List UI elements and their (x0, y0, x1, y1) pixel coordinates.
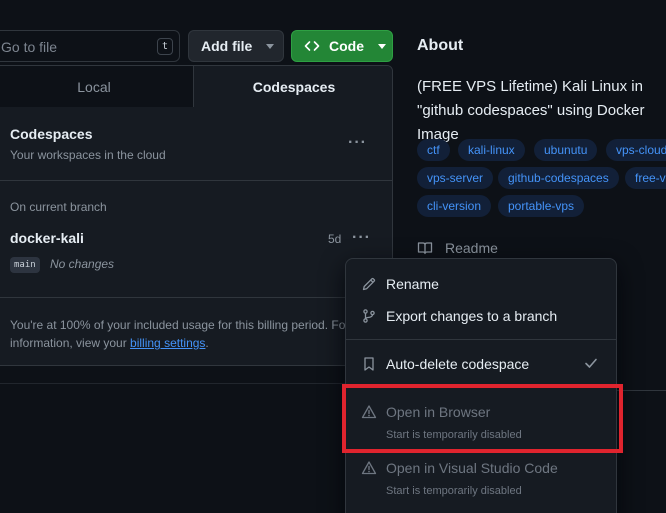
code-icon (304, 41, 320, 51)
divider (0, 297, 392, 298)
tab-local[interactable]: Local (0, 66, 194, 107)
topic-tag[interactable]: portable-vps (498, 195, 585, 217)
tab-codespaces[interactable]: Codespaces (194, 66, 392, 107)
about-heading: About (417, 37, 464, 54)
check-icon (585, 358, 597, 368)
menu-divider (346, 339, 616, 340)
divider (0, 383, 345, 384)
usage-text: information, view your (10, 336, 131, 350)
menu-item-sublabel: Start is temporarily disabled (386, 485, 522, 497)
topic-tag[interactable]: ubunutu (534, 139, 598, 161)
topic-tag[interactable]: cli-version (417, 195, 492, 217)
readme-label: Readme (445, 240, 498, 256)
topic-tag[interactable]: vps-cloud (606, 139, 666, 161)
chevron-down-icon (378, 43, 386, 49)
chevron-down-icon (266, 43, 275, 49)
active-tab-indicator (194, 105, 392, 107)
menu-item-label: Auto-delete codespace (386, 356, 530, 372)
add-file-button[interactable]: Add file (188, 30, 284, 62)
billing-settings-link[interactable]: billing settings (130, 336, 205, 350)
bookmark-icon (364, 357, 374, 371)
readme-link[interactable]: Readme (417, 240, 498, 256)
menu-item-label: Open in Visual Studio Code (386, 460, 558, 476)
topic-tag[interactable]: github-codespaces (498, 167, 619, 189)
topic-tag[interactable]: vps-server (417, 167, 494, 189)
about-description: (FREE VPS Lifetime) Kali Linux in "githu… (417, 78, 645, 143)
menu-item-open-in-vscode[interactable]: Open in Visual Studio Code (361, 460, 558, 476)
topic-tag[interactable]: kali-linux (458, 139, 525, 161)
codespace-age: 5d (328, 232, 342, 246)
codespaces-heading: Codespaces (10, 126, 93, 142)
menu-item-label: Export changes to a branch (386, 308, 558, 324)
codespaces-subtitle: Your workspaces in the cloud (10, 148, 166, 162)
code-panel-tabs: Local Codespaces (0, 66, 392, 107)
menu-item-rename[interactable]: Rename (361, 276, 439, 292)
pencil-icon (362, 277, 376, 291)
codespaces-more-options-icon[interactable]: ··· (348, 134, 367, 152)
codespace-more-options-icon[interactable]: ··· (352, 229, 371, 247)
divider (0, 180, 392, 181)
usage-notice: You're at 100% of your included usage fo… (10, 316, 390, 352)
codespace-name[interactable]: docker-kali (10, 230, 84, 246)
menu-item-label: Rename (386, 276, 439, 292)
add-file-label: Add file (201, 38, 253, 54)
menu-item-export[interactable]: Export changes to a branch (361, 308, 557, 324)
go-to-file-placeholder: Go to file (1, 39, 58, 55)
shortcut-key-hint: t (157, 38, 173, 55)
codespace-status: No changes (50, 257, 115, 271)
topic-tag[interactable]: ctf (417, 139, 450, 161)
usage-end: . (205, 336, 209, 350)
alert-icon (361, 461, 377, 475)
git-branch-icon (363, 309, 375, 323)
book-icon (417, 242, 433, 255)
highlight-box (342, 384, 623, 453)
divider (617, 390, 666, 391)
code-dropdown-panel: Local Codespaces Codespaces Your workspa… (0, 65, 393, 366)
code-label: Code (329, 38, 364, 54)
branch-section-label: On current branch (10, 200, 107, 214)
menu-item-auto-delete[interactable]: Auto-delete codespace (361, 356, 529, 372)
code-button[interactable]: Code (291, 30, 393, 62)
usage-text: You're at 100% of your included usage fo… (10, 318, 350, 332)
go-to-file-input[interactable]: Go to file t (0, 30, 180, 62)
branch-tag: main (10, 257, 40, 273)
topic-tag[interactable]: free-vps (625, 167, 666, 189)
